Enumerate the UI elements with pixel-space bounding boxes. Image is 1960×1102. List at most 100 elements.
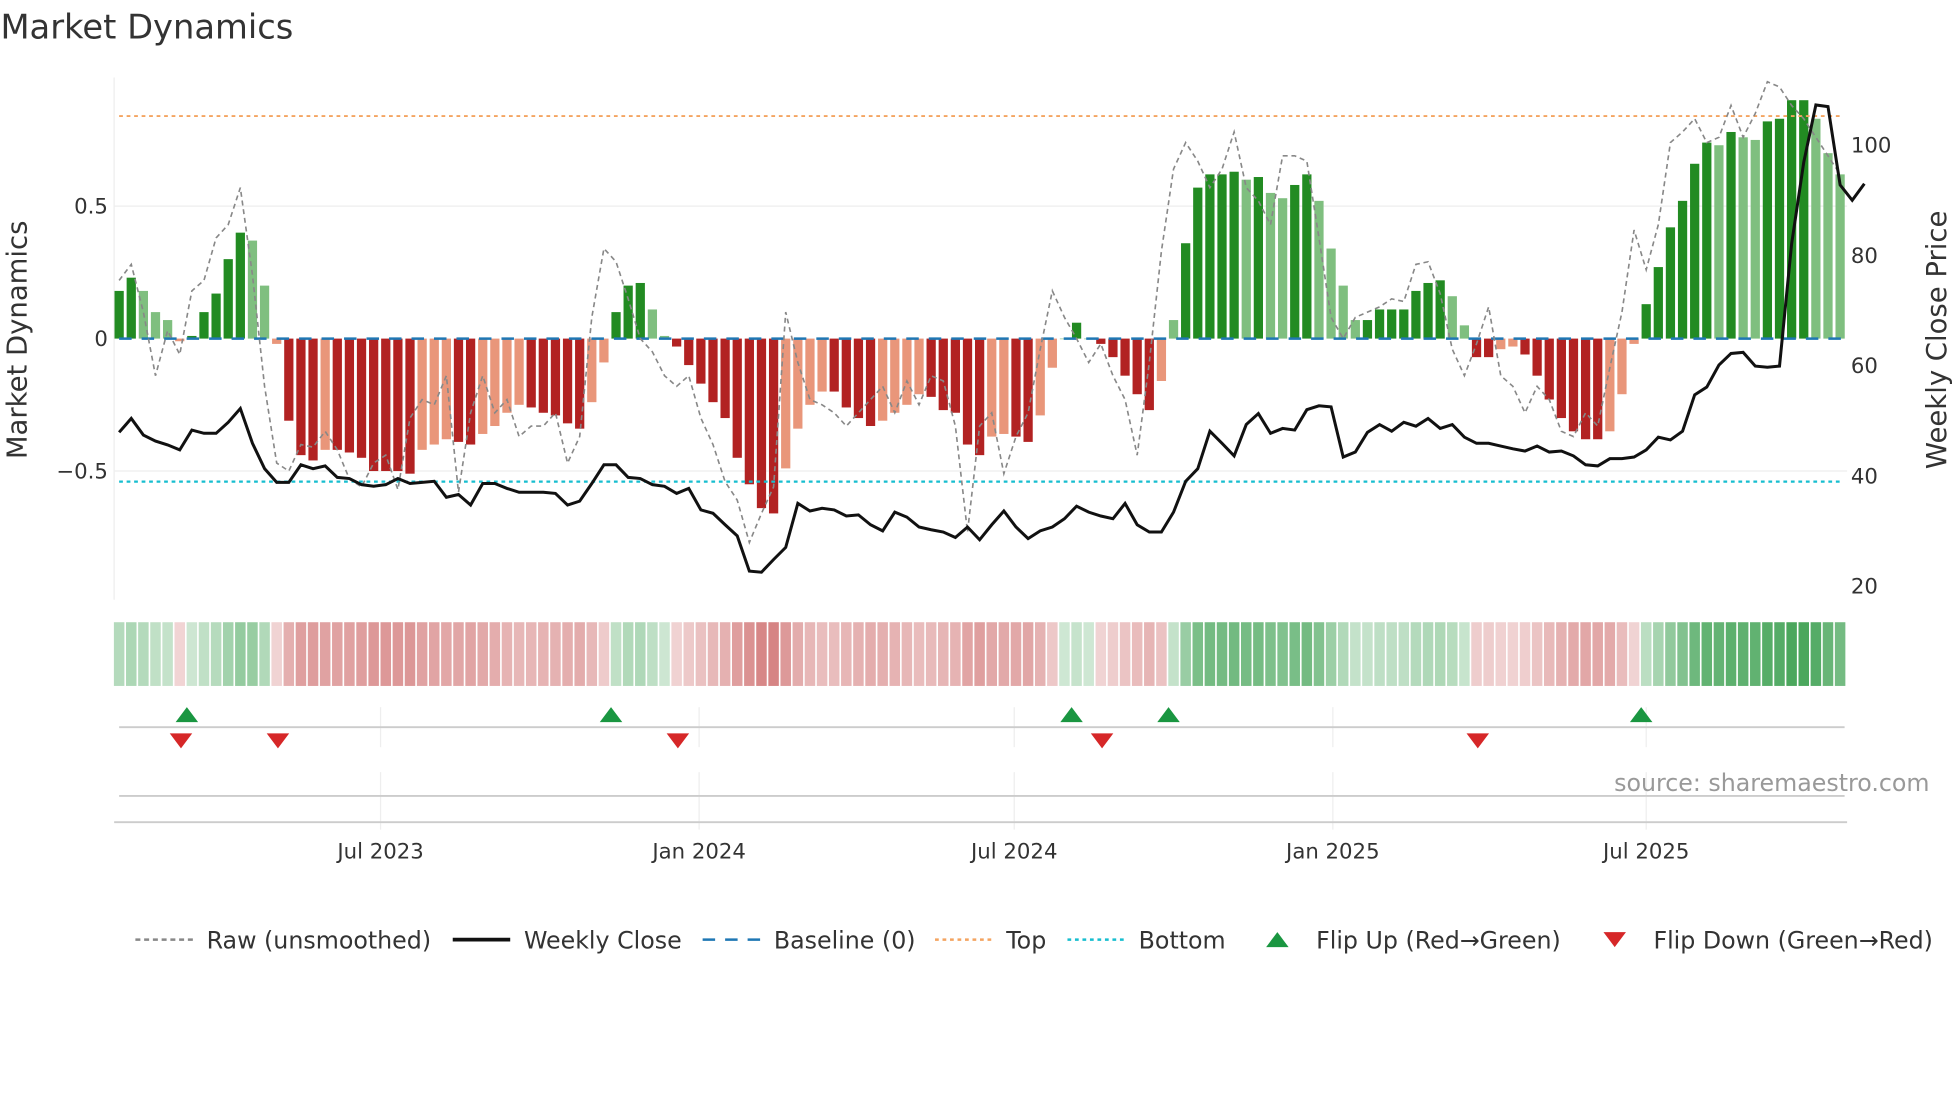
y2-tick-label: 60 bbox=[1851, 354, 1878, 379]
bar bbox=[902, 338, 912, 405]
y2-tick-label: 100 bbox=[1851, 134, 1892, 159]
heatmap-cell bbox=[1119, 622, 1131, 686]
heatmap-cell bbox=[841, 622, 852, 686]
bar bbox=[369, 338, 379, 472]
heatmap-cell bbox=[1665, 622, 1676, 686]
bar bbox=[1011, 338, 1021, 437]
source-label: source: sharemaestro.com bbox=[1614, 769, 1929, 797]
bar bbox=[1774, 118, 1785, 339]
heatmap-cell bbox=[271, 622, 282, 686]
heatmap-cell bbox=[259, 622, 270, 686]
bar bbox=[938, 338, 948, 411]
bar bbox=[1665, 227, 1676, 339]
legend-item: Raw (unsmoothed) bbox=[135, 926, 431, 954]
heatmap-cell bbox=[1241, 622, 1252, 686]
heatmap-cell bbox=[150, 622, 161, 686]
heatmap-cell bbox=[1168, 622, 1179, 686]
bar bbox=[987, 338, 997, 437]
bar bbox=[114, 290, 124, 339]
heatmap-cell bbox=[1798, 622, 1809, 686]
bar bbox=[1265, 192, 1276, 339]
bar bbox=[526, 338, 536, 408]
heatmap-cell bbox=[307, 622, 319, 686]
legend-label: Flip Down (Green→Red) bbox=[1653, 926, 1932, 954]
bar bbox=[259, 285, 270, 339]
bar bbox=[1677, 200, 1688, 339]
heatmap-cell bbox=[1725, 622, 1737, 686]
bar bbox=[1205, 174, 1215, 339]
bar bbox=[1532, 338, 1542, 376]
heatmap-cell bbox=[247, 622, 258, 686]
x-tick-label: Jul 2025 bbox=[1601, 839, 1689, 864]
bar bbox=[1047, 338, 1057, 368]
x-tick-label: Jan 2025 bbox=[1284, 839, 1380, 864]
bar bbox=[550, 338, 561, 416]
bar bbox=[538, 338, 548, 413]
bar bbox=[1314, 200, 1324, 339]
bar bbox=[926, 338, 936, 397]
heatmap-cell bbox=[828, 622, 840, 686]
heatmap-cell bbox=[1701, 622, 1713, 686]
heatmap-cell bbox=[1471, 622, 1482, 686]
heatmap-cell bbox=[1180, 622, 1191, 686]
bar bbox=[562, 338, 573, 424]
heatmap-cell bbox=[1422, 622, 1434, 686]
heatmap-cell bbox=[162, 622, 173, 686]
heatmap-cell bbox=[719, 622, 731, 686]
heatmap-cell bbox=[1762, 622, 1773, 686]
bar bbox=[1156, 338, 1167, 381]
heatmap-cell bbox=[1313, 622, 1325, 686]
heatmap-cell bbox=[731, 622, 743, 686]
heatmap-cell bbox=[683, 622, 695, 686]
heatmap-cell bbox=[222, 622, 234, 686]
heatmap-cell bbox=[598, 622, 610, 686]
heatmap-cell bbox=[1071, 622, 1082, 686]
heatmap-cell bbox=[1337, 622, 1349, 686]
heatmap-cell bbox=[925, 622, 937, 686]
y2-axis-label: Weekly Close Price bbox=[1921, 211, 1953, 469]
bar bbox=[441, 338, 451, 440]
heatmap-cell bbox=[1386, 622, 1397, 686]
x-tick-label: Jan 2024 bbox=[650, 839, 746, 864]
heatmap-cell bbox=[1301, 622, 1313, 686]
heatmap-cell bbox=[998, 622, 1010, 686]
heatmap-cell bbox=[1580, 622, 1591, 686]
bar bbox=[890, 338, 900, 413]
bar bbox=[1835, 174, 1845, 339]
heatmap-cell bbox=[1083, 622, 1094, 686]
heatmap-cell bbox=[744, 622, 755, 686]
heatmap-cell bbox=[1410, 622, 1422, 686]
bar bbox=[235, 232, 245, 339]
heatmap-cell bbox=[1592, 622, 1603, 686]
legend-item: Flip Down (Green→Red) bbox=[1603, 926, 1933, 954]
flip-up-marker bbox=[599, 707, 623, 723]
bar bbox=[1277, 198, 1288, 339]
flip-down-marker bbox=[266, 733, 290, 749]
bar bbox=[211, 293, 221, 339]
bar bbox=[1168, 320, 1179, 339]
bar bbox=[1738, 137, 1748, 339]
bar bbox=[1544, 338, 1554, 400]
y-tick-label: 0.5 bbox=[74, 195, 108, 220]
heatmap-cell bbox=[1216, 622, 1228, 686]
heatmap-cell bbox=[525, 622, 537, 686]
bar bbox=[1229, 171, 1239, 339]
heatmap-cell bbox=[1253, 622, 1264, 686]
bar bbox=[696, 338, 706, 384]
heatmap-cell bbox=[1483, 622, 1494, 686]
legend-label: Flip Up (Red→Green) bbox=[1316, 926, 1561, 954]
heatmap-cell bbox=[1616, 622, 1628, 686]
heatmap-cell bbox=[804, 622, 816, 686]
y2-tick-label: 20 bbox=[1851, 574, 1878, 599]
heatmap-cell bbox=[1653, 622, 1664, 686]
bar bbox=[1338, 285, 1348, 339]
bar bbox=[344, 338, 355, 453]
y-tick-label: 0 bbox=[94, 327, 108, 352]
bar bbox=[199, 312, 209, 339]
heatmap-cell bbox=[126, 622, 137, 686]
bar bbox=[829, 338, 839, 392]
heatmap-cell bbox=[913, 622, 925, 686]
bar bbox=[150, 312, 161, 339]
bar bbox=[878, 338, 888, 421]
heatmap-cell bbox=[319, 622, 331, 686]
